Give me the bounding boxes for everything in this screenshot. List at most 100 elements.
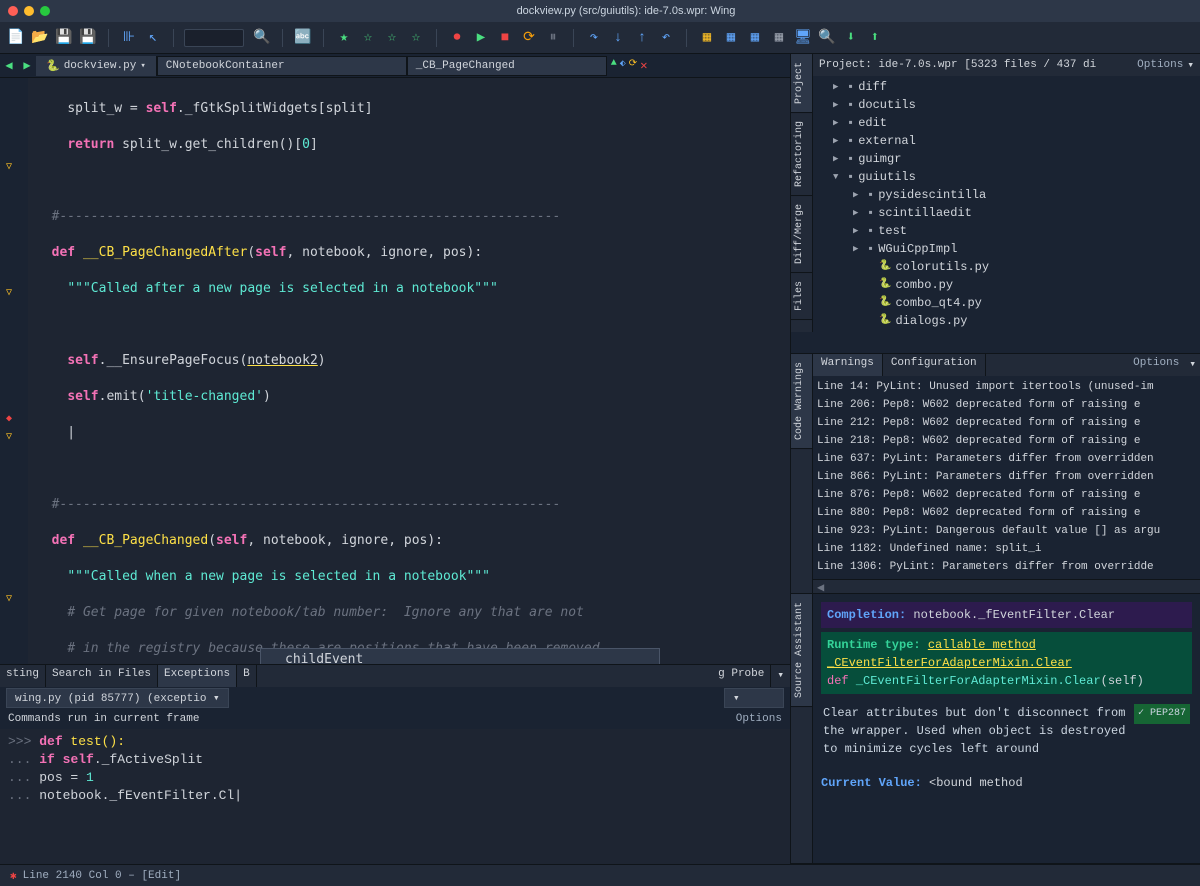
warning-item[interactable]: Line 212: Pep8: W602 deprecated form of …: [817, 414, 1196, 432]
autocomplete-popup[interactable]: childEventchildrenClearconnectNotifycust…: [260, 648, 660, 664]
side-tab[interactable]: Refactoring: [791, 113, 812, 196]
warning-item[interactable]: Line 1182: Undefined name: split_i: [817, 540, 1196, 558]
bottom-tab-search-in-files[interactable]: Search in Files: [46, 665, 158, 687]
step-out-icon[interactable]: ↑: [632, 28, 652, 48]
side-tab[interactable]: Diff/Merge: [791, 196, 812, 273]
tree-item[interactable]: 🐍combo.py: [813, 276, 1200, 294]
warning-item[interactable]: Line 218: Pep8: W602 deprecated form of …: [817, 432, 1196, 450]
warning-item[interactable]: Line 923: PyLint: Dangerous default valu…: [817, 522, 1196, 540]
run-icon[interactable]: ▶: [471, 28, 491, 48]
tree-item[interactable]: ▶▪test: [813, 222, 1200, 240]
tree-item[interactable]: ▶▪edit: [813, 114, 1200, 132]
warning-item[interactable]: Line 637: PyLint: Parameters differ from…: [817, 450, 1196, 468]
tree-expand-icon[interactable]: ▶: [833, 114, 843, 132]
debug-repl[interactable]: >>> def test(): ... if self._fActiveSpli…: [0, 729, 790, 864]
replace-icon[interactable]: 🔤: [293, 28, 313, 48]
warnings-scrollbar[interactable]: ◀: [813, 579, 1200, 593]
bottom-tabs-menu-icon[interactable]: ▾: [771, 665, 790, 687]
runtime-class-link[interactable]: _CEventFilterForAdapterMixin.Clear: [827, 654, 1186, 672]
bottom-tab-b[interactable]: B: [237, 665, 257, 687]
tree-expand-icon[interactable]: ▶: [853, 240, 863, 258]
bottom-options-link[interactable]: Options: [736, 713, 782, 725]
side-tab[interactable]: Code Warnings: [791, 354, 812, 449]
pause-icon[interactable]: ⏸: [543, 28, 563, 48]
nav-forward-button[interactable]: ▶: [18, 58, 36, 73]
side-tab[interactable]: Files: [791, 273, 812, 320]
tree-expand-icon[interactable]: ▼: [833, 168, 843, 186]
save-icon[interactable]: 💾: [54, 28, 74, 48]
warning-item[interactable]: Line 14: PyLint: Unused import itertools…: [817, 378, 1196, 396]
bottom-tab-testing[interactable]: sting: [0, 665, 46, 687]
tree-item[interactable]: ▶▪WGuiCppImpl: [813, 240, 1200, 258]
save-all-icon[interactable]: 💾: [78, 28, 98, 48]
tree-item[interactable]: 🐍combo_qt4.py: [813, 294, 1200, 312]
configuration-tab[interactable]: Configuration: [883, 354, 986, 376]
indicator-green-icon[interactable]: ▲: [611, 58, 617, 73]
tree-item[interactable]: ▶▪external: [813, 132, 1200, 150]
maximize-window-button[interactable]: [40, 6, 50, 16]
open-folder-icon[interactable]: 📂: [30, 28, 50, 48]
tree-expand-icon[interactable]: ▶: [833, 96, 843, 114]
step-into-icon[interactable]: ↓: [608, 28, 628, 48]
code-editor[interactable]: ▽ ▽ ◆ ▽ ▽ split_w = self._fGtkSplitWidge…: [0, 78, 790, 664]
tree-item[interactable]: 🐍colorutils.py: [813, 258, 1200, 276]
tree-expand-icon[interactable]: ▶: [853, 222, 863, 240]
record-icon[interactable]: ⏺: [447, 28, 467, 48]
bottom-tab-exceptions[interactable]: Exceptions: [158, 665, 237, 687]
misc-icon-3[interactable]: ▦: [745, 28, 765, 48]
search-icon[interactable]: 🔍: [252, 28, 272, 48]
misc-icon-1[interactable]: ▦: [697, 28, 717, 48]
project-tree[interactable]: ▶▪diff▶▪docutils▶▪edit▶▪external▶▪guimgr…: [813, 76, 1200, 332]
close-editor-icon[interactable]: ✕: [640, 58, 647, 73]
class-selector[interactable]: CNotebookContainer: [157, 56, 407, 76]
download-icon[interactable]: ⬇: [841, 28, 861, 48]
cursor-icon[interactable]: ↖: [143, 28, 163, 48]
new-file-icon[interactable]: 📄: [6, 28, 26, 48]
warning-item[interactable]: Line 880: Pep8: W602 deprecated form of …: [817, 504, 1196, 522]
bookmark-next-icon[interactable]: ☆: [382, 28, 402, 48]
debug-frame-selector[interactable]: ▾: [724, 688, 784, 708]
indicator-blue-icon[interactable]: ⬖: [620, 58, 626, 73]
tree-item[interactable]: ▶▪docutils: [813, 96, 1200, 114]
stop-icon[interactable]: ■: [495, 28, 515, 48]
tree-expand-icon[interactable]: ▶: [833, 132, 843, 150]
tree-item[interactable]: ▼▪guiutils: [813, 168, 1200, 186]
bookmark-icon[interactable]: ★: [334, 28, 354, 48]
warning-item[interactable]: Line 866: PyLint: Parameters differ from…: [817, 468, 1196, 486]
nav-back-button[interactable]: ◀: [0, 58, 18, 73]
tree-expand-icon[interactable]: ▶: [833, 150, 843, 168]
step-back-icon[interactable]: ↶: [656, 28, 676, 48]
warning-item[interactable]: Line 876: Pep8: W602 deprecated form of …: [817, 486, 1196, 504]
warnings-options-link[interactable]: Options: [1127, 354, 1185, 376]
tree-expand-icon[interactable]: ▶: [853, 186, 863, 204]
tree-item[interactable]: ▶▪guimgr: [813, 150, 1200, 168]
bottom-tab-debug-probe[interactable]: g Probe: [712, 665, 771, 687]
step-over-icon[interactable]: ↷: [584, 28, 604, 48]
tree-item[interactable]: ▶▪diff: [813, 78, 1200, 96]
project-menu-icon[interactable]: ▾: [1187, 58, 1194, 72]
warnings-tab[interactable]: Warnings: [813, 354, 883, 376]
warning-item[interactable]: Line 206: Pep8: W602 deprecated form of …: [817, 396, 1196, 414]
bookmark-list-icon[interactable]: ☆: [406, 28, 426, 48]
tree-item[interactable]: ▶▪pysidescintilla: [813, 186, 1200, 204]
side-tab[interactable]: Project: [791, 54, 812, 113]
upload-icon[interactable]: ⬆: [865, 28, 885, 48]
tree-expand-icon[interactable]: ▶: [853, 204, 863, 222]
warnings-menu-icon[interactable]: ▾: [1185, 354, 1200, 376]
autocomplete-item[interactable]: childEvent: [261, 649, 659, 664]
tree-item[interactable]: ▶▪scintillaedit: [813, 204, 1200, 222]
bookmark-prev-icon[interactable]: ☆: [358, 28, 378, 48]
warning-item[interactable]: Line 1306: PyLint: Parameters differ fro…: [817, 558, 1196, 576]
project-options-link[interactable]: Options: [1137, 59, 1183, 71]
tree-expand-icon[interactable]: ▶: [833, 78, 843, 96]
file-tab-dockview[interactable]: 🐍 dockview.py ▾: [36, 56, 157, 76]
tree-item[interactable]: 🐍dialogs.py: [813, 312, 1200, 330]
warnings-list[interactable]: Line 14: PyLint: Unused import itertools…: [813, 376, 1200, 579]
close-window-button[interactable]: [8, 6, 18, 16]
toolbar-search-input[interactable]: [184, 29, 244, 47]
restart-icon[interactable]: ⟳: [519, 28, 539, 48]
side-tab[interactable]: Source Assistant: [791, 594, 812, 707]
misc-icon-2[interactable]: ▦: [721, 28, 741, 48]
find-icon[interactable]: 🔍: [817, 28, 837, 48]
misc-icon-5[interactable]: 🖥: [793, 28, 813, 48]
